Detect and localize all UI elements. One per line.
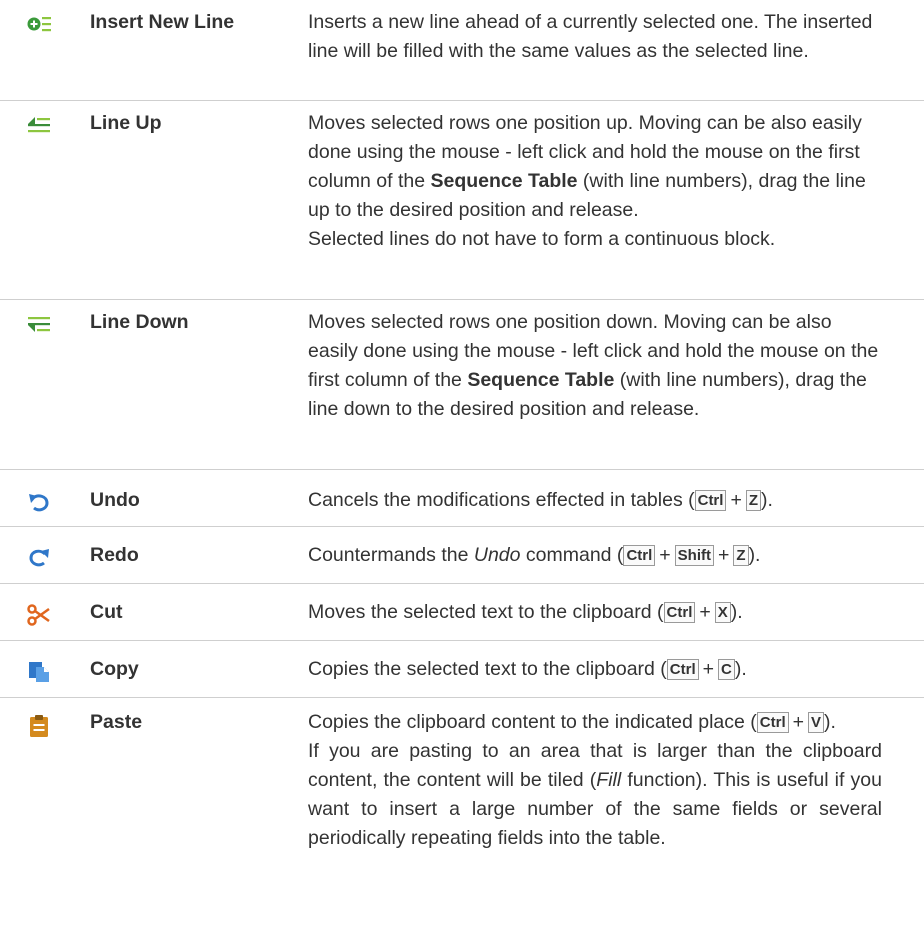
table-row: Undo Cancels the modifications effected … (0, 470, 924, 527)
icon-cell (0, 308, 75, 334)
description-text: ). (824, 711, 836, 733)
command-description: Copies the selected text to the clipboar… (308, 655, 894, 684)
command-description: Moves selected rows one position down. M… (308, 308, 894, 424)
key-ctrl: Ctrl (756, 712, 789, 733)
command-description: Countermands the Undo command (Ctrl + Shif… (308, 541, 894, 570)
undo-ref: Undo (473, 544, 521, 566)
key-ctrl: Ctrl (666, 659, 699, 680)
sequence-table-ref: Sequence Table (430, 170, 578, 192)
description-text: ). (748, 544, 761, 566)
command-name: Insert New Line (90, 11, 235, 33)
plus-sign: + (699, 601, 711, 623)
plus-sign: + (659, 544, 671, 566)
key-z: Z (733, 545, 749, 566)
key-ctrl: Ctrl (663, 602, 696, 623)
icon-cell (0, 486, 75, 514)
table-row: Line Down Moves selected rows one positi… (0, 300, 924, 470)
table-row: Cut Moves the selected text to the clipb… (0, 584, 924, 641)
icon-cell (0, 8, 75, 34)
command-name: Cut (90, 601, 123, 623)
insert-line-icon (27, 17, 51, 32)
key-x: X (714, 602, 731, 623)
icon-cell (0, 598, 75, 626)
description-text: Countermands the (308, 544, 474, 566)
plus-sign: + (792, 711, 805, 733)
command-description: Cancels the modifications effected in ta… (308, 486, 894, 515)
description-text: ). (734, 658, 747, 680)
description-note: Selected lines do not have to form a con… (308, 228, 776, 250)
sequence-table-ref: Sequence Table (467, 369, 615, 391)
command-name: Line Down (90, 311, 189, 333)
table-row: Copy Copies the selected text to the cli… (0, 641, 924, 698)
description-text: command ( (520, 544, 624, 566)
table-row: Paste Copies the clipboard content to th… (0, 698, 924, 941)
line-down-icon (28, 317, 50, 332)
command-description: Copies the clipboard content to the indi… (308, 708, 894, 853)
table-row: Line Up Moves selected rows one position… (0, 101, 924, 300)
icon-cell (0, 541, 75, 569)
key-shift: Shift (674, 545, 714, 566)
command-name: Line Up (90, 112, 162, 134)
fill-ref: Fill (596, 769, 622, 791)
plus-sign: + (730, 489, 742, 511)
command-description: Moves selected rows one position up. Mov… (308, 109, 894, 254)
icon-cell (0, 655, 75, 683)
table-row: Redo Countermands the Undo command (Ctrl… (0, 527, 924, 584)
copy-icon (29, 662, 49, 682)
key-c: C (718, 659, 735, 680)
description-text: Moves the selected text to the clipboard… (308, 601, 664, 623)
redo-icon (29, 549, 49, 567)
key-ctrl: Ctrl (623, 545, 656, 566)
clipboard-icon (30, 715, 48, 737)
command-table: Insert New Line Inserts a new line ahead… (0, 0, 924, 941)
command-name: Copy (90, 658, 139, 680)
line-up-icon (28, 117, 50, 133)
plus-sign: + (702, 658, 715, 680)
icon-cell (0, 109, 75, 135)
command-name: Paste (90, 711, 143, 733)
plus-sign: + (718, 544, 730, 566)
command-name: Redo (90, 544, 139, 566)
key-v: V (808, 712, 825, 733)
command-description: Inserts a new line ahead of a currently … (308, 11, 873, 62)
description-text: Cancels the modifications effected in ta… (308, 489, 695, 511)
table-row: Insert New Line Inserts a new line ahead… (0, 0, 924, 101)
key-z: Z (745, 490, 762, 511)
description-text: ). (761, 489, 773, 511)
key-ctrl: Ctrl (694, 490, 727, 511)
description-text: Copies the selected text to the clipboar… (308, 658, 667, 680)
scissors-icon (27, 604, 50, 626)
description-text: ). (730, 601, 743, 623)
undo-icon (29, 494, 49, 512)
description-text: Copies the clipboard content to the indi… (308, 711, 757, 733)
command-name: Undo (90, 489, 140, 511)
command-description: Moves the selected text to the clipboard… (308, 598, 894, 627)
icon-cell (0, 708, 75, 738)
